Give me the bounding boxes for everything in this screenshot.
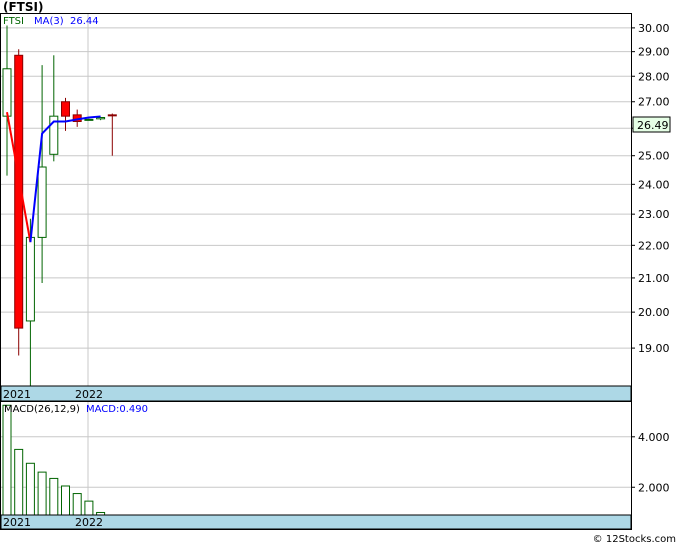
- price-y-axis: 19.0020.0021.0022.0023.0024.0025.0026.00…: [631, 22, 670, 355]
- candle-body: [84, 118, 94, 121]
- price-x-label-2022: 2022: [75, 388, 103, 401]
- candle-body: [61, 101, 70, 117]
- price-pane-frame: [0, 13, 632, 402]
- macd-bar: [25, 462, 35, 516]
- macd-tick-label: 4.000: [638, 431, 670, 444]
- macd-bar: [72, 493, 82, 516]
- price-tick-label: 24.00: [638, 178, 670, 191]
- macd-bar: [84, 500, 94, 516]
- macd-value-label: MACD:0.490: [86, 404, 148, 415]
- macd-y-axis: 2.000 4.000: [631, 431, 670, 494]
- macd-bar: [61, 485, 70, 516]
- ma-value-legend: 26.44: [70, 16, 99, 27]
- candle-body: [25, 236, 35, 322]
- ma-legend: MA(3): [34, 16, 64, 27]
- macd-bar: [49, 477, 59, 516]
- macd-pane-frame: [0, 401, 632, 530]
- macd-x-label-2021: 2021: [3, 516, 31, 529]
- macd-bar: [37, 471, 47, 516]
- price-tick-label: 27.00: [638, 96, 670, 109]
- price-tick-label: 20.00: [638, 306, 670, 319]
- credit-text: © 12Stocks.com: [592, 534, 676, 545]
- price-tick-label: 28.00: [638, 70, 670, 83]
- macd-bar: [14, 448, 24, 516]
- price-tick-label: 21.00: [638, 272, 670, 285]
- macd-x-label-2022: 2022: [75, 516, 103, 529]
- price-tick-label: 25.00: [638, 150, 670, 163]
- price-tick-label: 19.00: [638, 342, 670, 355]
- price-x-label-2021: 2021: [3, 388, 31, 401]
- stock-chart: 19.0020.0021.0022.0023.0024.0025.0026.00…: [0, 13, 671, 530]
- candle-body: [96, 117, 106, 120]
- price-tick-label: 23.00: [638, 208, 670, 221]
- price-tick-label: 22.00: [638, 239, 670, 252]
- ticker-legend: FTSI: [3, 16, 24, 27]
- last-price-label: 26.49: [637, 119, 669, 132]
- candle-body: [37, 166, 47, 238]
- macd-bar: [2, 404, 12, 516]
- candle-body: [2, 68, 12, 117]
- macd-label: MACD(26,12,9): [4, 404, 80, 415]
- macd-tick-label: 2.000: [638, 481, 670, 494]
- candle-body: [107, 114, 117, 117]
- price-tick-label: 30.00: [638, 22, 670, 35]
- price-tick-label: 29.00: [638, 46, 670, 59]
